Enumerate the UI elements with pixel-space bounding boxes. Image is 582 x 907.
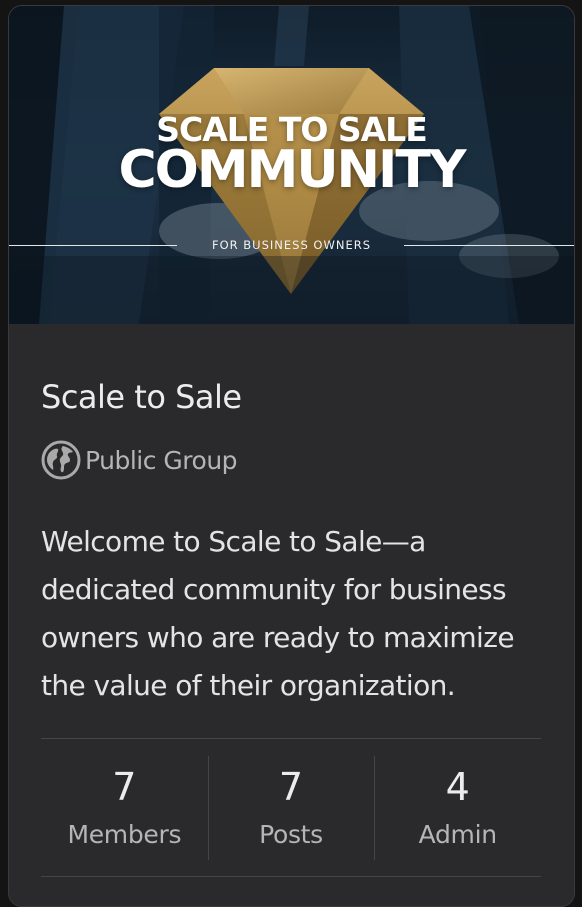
group-name-title[interactable]: Scale to Sale xyxy=(41,378,242,416)
stat-admin[interactable]: 4 Admin xyxy=(374,752,541,860)
stat-members[interactable]: 7 Members xyxy=(41,752,208,860)
cover-title-line2: COMMUNITY xyxy=(118,140,466,200)
stats-top-divider xyxy=(41,738,541,739)
stat-posts-value: 7 xyxy=(278,765,304,809)
stat-admin-label: Admin xyxy=(418,820,497,849)
tagline-right-rule xyxy=(404,245,574,246)
group-privacy: Public Group xyxy=(41,440,238,480)
stat-members-value: 7 xyxy=(112,765,137,809)
globe-icon xyxy=(41,440,81,480)
group-stats: 7 Members 7 Posts 4 Admin xyxy=(41,752,541,860)
stat-posts[interactable]: 7 Posts xyxy=(207,752,375,860)
privacy-label: Public Group xyxy=(85,445,238,475)
stats-bottom-divider xyxy=(41,876,541,877)
group-cover-image: SCALE TO SALE COMMUNITY FOR BUSINESS OWN… xyxy=(9,6,574,324)
stat-admin-value: 4 xyxy=(445,765,470,809)
cover-tagline-row: FOR BUSINESS OWNERS xyxy=(9,238,574,254)
stat-members-label: Members xyxy=(67,820,182,849)
stat-posts-label: Posts xyxy=(259,820,323,849)
group-description: Welcome to Scale to Sale—a dedicated com… xyxy=(41,525,515,702)
group-card[interactable]: SCALE TO SALE COMMUNITY FOR BUSINESS OWN… xyxy=(8,5,575,907)
